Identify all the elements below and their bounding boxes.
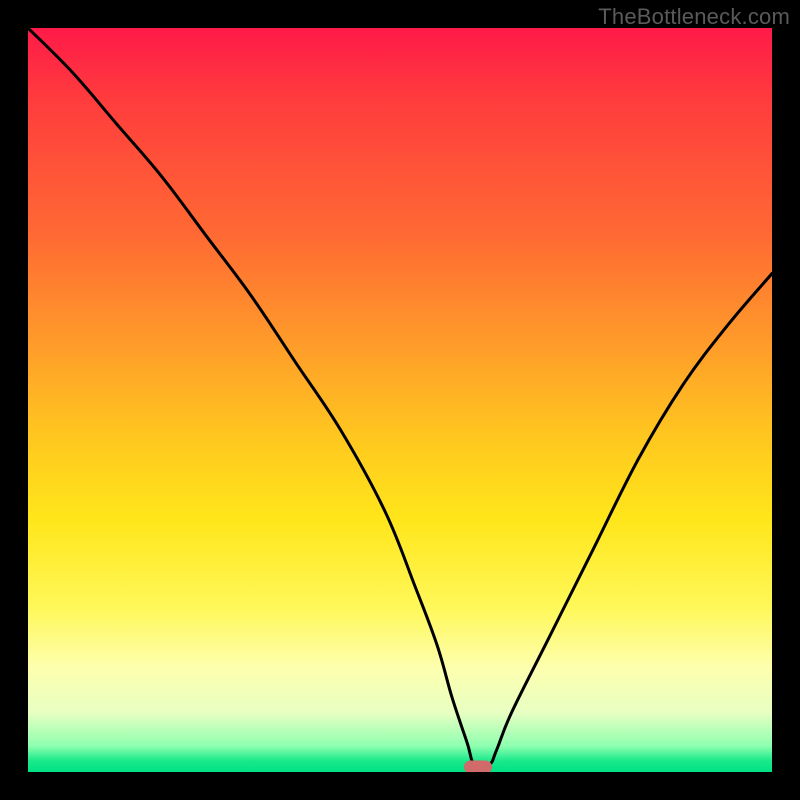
- chart-frame: TheBottleneck.com: [0, 0, 800, 800]
- watermark-text: TheBottleneck.com: [598, 4, 790, 30]
- bottleneck-curve: [28, 28, 772, 772]
- plot-area: [28, 28, 772, 772]
- optimum-marker: [464, 760, 492, 772]
